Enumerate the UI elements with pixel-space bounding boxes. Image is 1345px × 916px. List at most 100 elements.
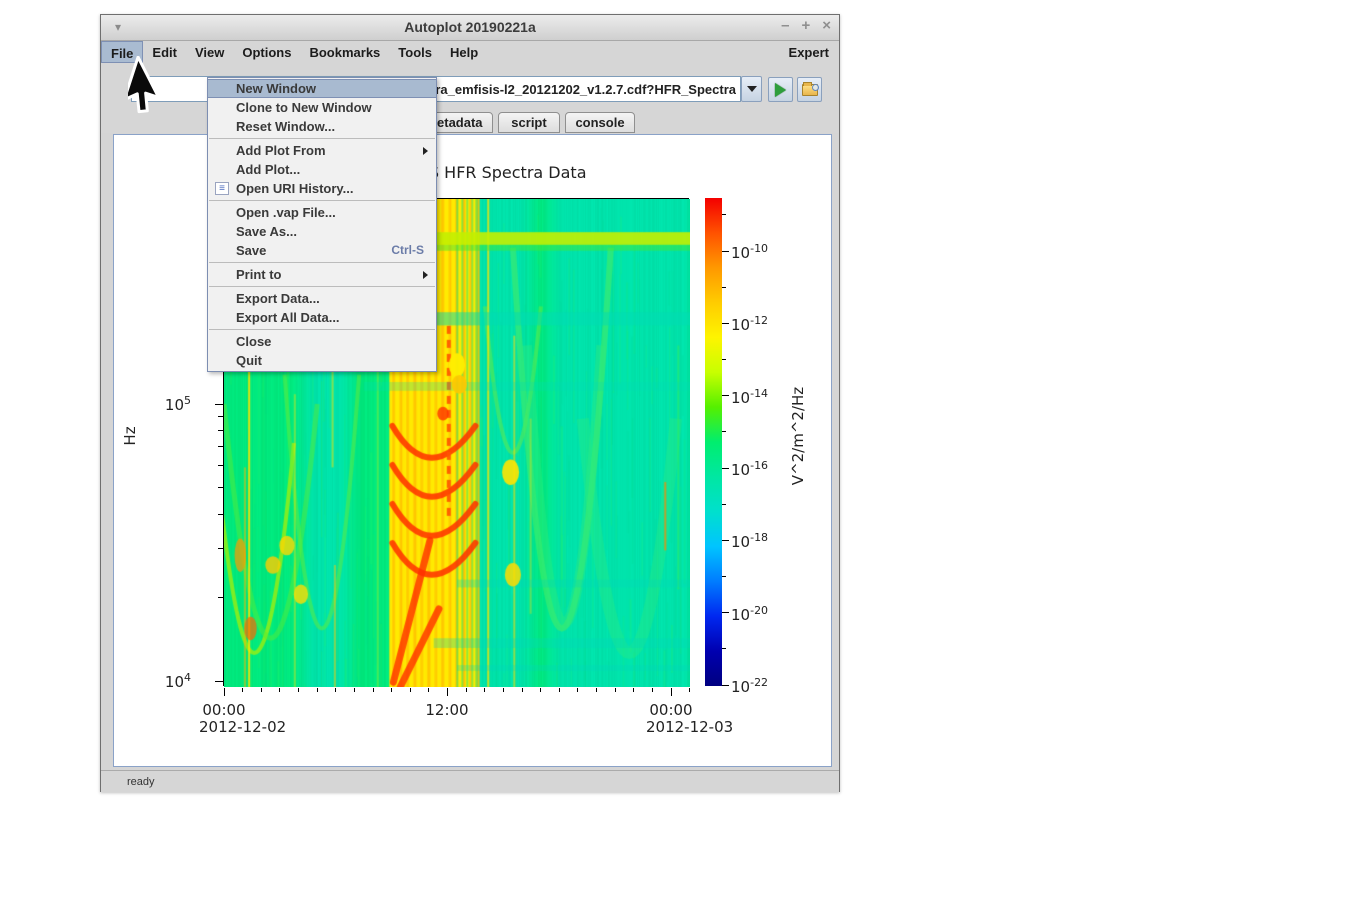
tab-console[interactable]: console bbox=[565, 112, 635, 133]
menu-bookmarks[interactable]: Bookmarks bbox=[300, 41, 389, 63]
uri-history-list-icon: ≡ bbox=[215, 182, 229, 195]
menu-tools[interactable]: Tools bbox=[389, 41, 441, 63]
colorbar-tick-minor bbox=[722, 431, 726, 432]
play-icon bbox=[775, 83, 786, 97]
status-text: ready bbox=[127, 776, 155, 788]
menu-separator bbox=[209, 200, 435, 201]
mouse-cursor-icon bbox=[128, 56, 184, 126]
desktop: ▾ Autoplot 20190221a – + × File Edit Vie… bbox=[0, 0, 1345, 916]
colorbar-tick-minor bbox=[722, 576, 726, 577]
y-tick-label-1e4: 104 bbox=[147, 671, 191, 691]
menu-help[interactable]: Help bbox=[441, 41, 487, 63]
menu-separator bbox=[209, 262, 435, 263]
colorbar-tick-major bbox=[722, 468, 729, 469]
colorbar-tick-label: 10-10 bbox=[731, 242, 791, 262]
close-button[interactable]: × bbox=[822, 17, 831, 34]
x-tick-time-0: 00:00 bbox=[189, 701, 259, 719]
colorbar-tick-minor bbox=[722, 648, 726, 649]
x-tick bbox=[596, 688, 597, 692]
window-title: Autoplot 20190221a bbox=[101, 19, 839, 35]
submenu-arrow-icon bbox=[423, 147, 428, 155]
colorbar-tick-major bbox=[722, 323, 729, 324]
colorbar-tick-major bbox=[722, 251, 729, 252]
menuitem-export-all-data[interactable]: Export All Data... bbox=[208, 308, 436, 327]
x-tick bbox=[298, 688, 299, 692]
x-tick-time-24: 00:00 bbox=[636, 701, 706, 719]
menuitem-add-plot-from[interactable]: Add Plot From bbox=[208, 141, 436, 160]
x-tick bbox=[615, 688, 616, 692]
y-tick-minor bbox=[218, 597, 223, 598]
file-menu-popup: New Window Clone to New Window Reset Win… bbox=[207, 77, 437, 372]
x-tick bbox=[373, 688, 374, 692]
colorbar-tick-major bbox=[722, 395, 729, 396]
minimize-button[interactable]: – bbox=[781, 17, 789, 34]
y-tick-minor bbox=[218, 548, 223, 549]
x-tick bbox=[279, 688, 280, 692]
menuitem-open-vap-file[interactable]: Open .vap File... bbox=[208, 203, 436, 222]
y-tick-label-1e5: 105 bbox=[147, 394, 191, 414]
menuitem-quit[interactable]: Quit bbox=[208, 351, 436, 370]
y-tick-major bbox=[215, 681, 223, 682]
x-tick bbox=[317, 688, 318, 692]
menu-view[interactable]: View bbox=[186, 41, 233, 63]
x-tick bbox=[559, 688, 560, 692]
colorbar-tick-label: 10-14 bbox=[731, 387, 791, 407]
expert-mode-label[interactable]: Expert bbox=[779, 43, 839, 62]
menuitem-save-as[interactable]: Save As... bbox=[208, 222, 436, 241]
x-tick bbox=[671, 688, 672, 696]
y-tick-major bbox=[215, 404, 223, 405]
y-tick-minor bbox=[218, 514, 223, 515]
x-tick bbox=[242, 688, 243, 692]
menuitem-close[interactable]: Close bbox=[208, 332, 436, 351]
menuitem-save[interactable]: SaveCtrl-S bbox=[208, 241, 436, 260]
x-tick-time-12: 12:00 bbox=[412, 701, 482, 719]
colorbar-tick-major bbox=[722, 612, 729, 613]
menuitem-add-plot[interactable]: Add Plot... bbox=[208, 160, 436, 179]
go-button[interactable] bbox=[768, 77, 793, 102]
menuitem-clone-to-new-window[interactable]: Clone to New Window bbox=[208, 98, 436, 117]
maximize-button[interactable]: + bbox=[801, 17, 810, 34]
x-tick bbox=[484, 688, 485, 692]
colorbar-tick-label: 10-16 bbox=[731, 459, 791, 479]
colorbar-tick-label: 10-20 bbox=[731, 604, 791, 624]
y-tick-minor bbox=[218, 446, 223, 447]
uri-dropdown-button[interactable] bbox=[741, 76, 762, 102]
menuitem-reset-window[interactable]: Reset Window... bbox=[208, 117, 436, 136]
x-tick-date-24: 2012-12-03 bbox=[646, 718, 733, 736]
title-bar[interactable]: ▾ Autoplot 20190221a – + × bbox=[101, 15, 839, 41]
x-tick bbox=[391, 688, 392, 692]
menuitem-print-to[interactable]: Print to bbox=[208, 265, 436, 284]
x-tick bbox=[540, 688, 541, 692]
menuitem-open-uri-history[interactable]: ≡Open URI History... bbox=[208, 179, 436, 198]
colorbar bbox=[705, 198, 722, 686]
y-tick-minor bbox=[218, 465, 223, 466]
colorbar-tick-label: 10-12 bbox=[731, 314, 791, 334]
x-tick bbox=[447, 688, 448, 696]
colorbar-tick-minor bbox=[722, 214, 726, 215]
y-tick-minor bbox=[218, 416, 223, 417]
menu-options[interactable]: Options bbox=[233, 41, 300, 63]
colorbar-tick-major bbox=[722, 540, 729, 541]
colorbar-tick-minor bbox=[722, 287, 726, 288]
x-tick bbox=[354, 688, 355, 692]
x-tick bbox=[335, 688, 336, 692]
chevron-down-icon bbox=[747, 86, 757, 92]
menuitem-new-window[interactable]: New Window bbox=[208, 79, 436, 98]
colorbar-tick-label: 10-22 bbox=[731, 676, 791, 696]
x-tick bbox=[503, 688, 504, 692]
x-tick bbox=[428, 688, 429, 692]
menu-separator bbox=[209, 286, 435, 287]
tab-script[interactable]: script bbox=[498, 112, 560, 133]
y-tick-minor bbox=[218, 430, 223, 431]
x-tick bbox=[261, 688, 262, 692]
x-tick bbox=[577, 688, 578, 692]
colorbar-tick-minor bbox=[722, 504, 726, 505]
x-tick bbox=[652, 688, 653, 692]
autoplot-window: ▾ Autoplot 20190221a – + × File Edit Vie… bbox=[100, 14, 840, 792]
save-shortcut: Ctrl-S bbox=[391, 241, 424, 260]
menuitem-export-data[interactable]: Export Data... bbox=[208, 289, 436, 308]
open-file-button[interactable] bbox=[797, 77, 822, 102]
x-tick bbox=[466, 688, 467, 692]
x-tick bbox=[224, 688, 225, 696]
menu-separator bbox=[209, 329, 435, 330]
